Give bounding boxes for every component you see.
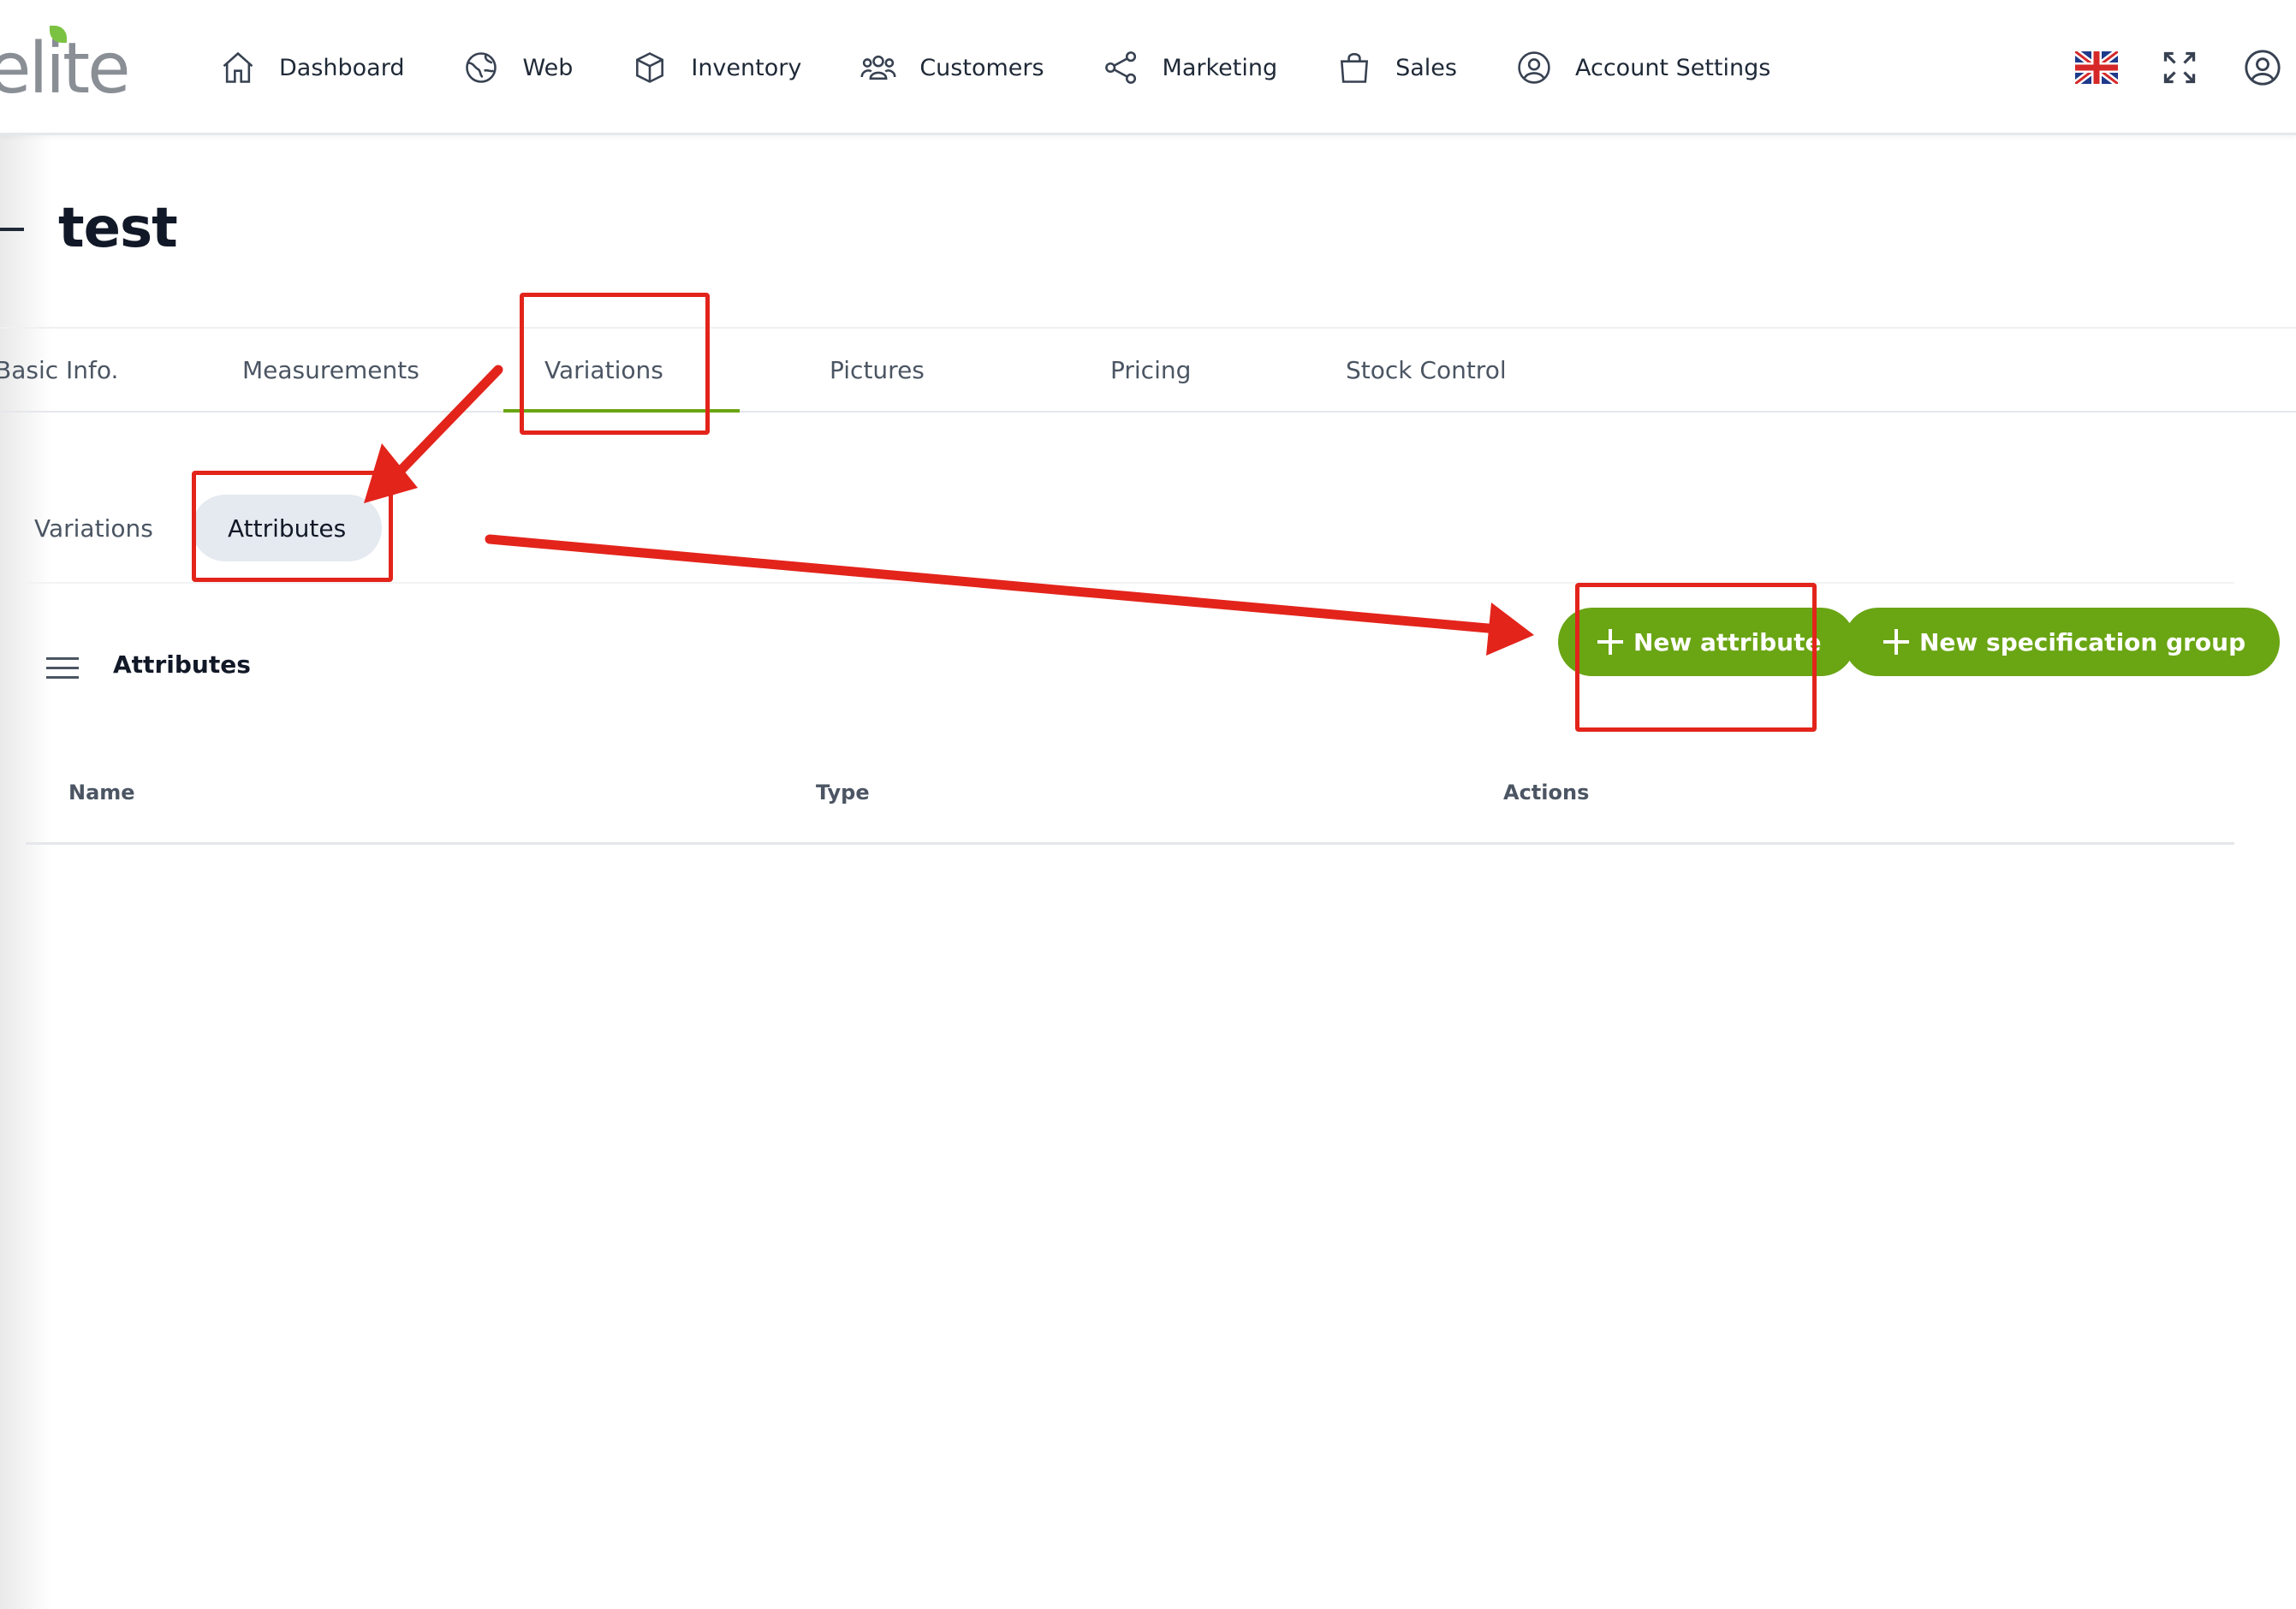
active-tab-indicator — [503, 409, 740, 413]
button-label: New specification group — [1919, 627, 2246, 656]
home-icon — [223, 51, 253, 83]
nav-item-inventory[interactable]: Inventory — [631, 43, 801, 92]
nav-label: Sales — [1395, 54, 1457, 81]
new-attribute-button[interactable]: New attribute — [1558, 608, 1856, 676]
logo-text: elite — [0, 28, 131, 110]
back-dash[interactable] — [0, 228, 24, 231]
tab-variations[interactable]: Variations — [544, 329, 663, 411]
plus-icon — [1883, 629, 1909, 655]
tab-measurements[interactable]: Measurements — [242, 329, 419, 411]
nav-item-dashboard[interactable]: Dashboard — [219, 43, 404, 92]
nav-label: Customers — [919, 54, 1044, 81]
nav-label: Inventory — [691, 54, 802, 81]
annotation-arrows — [364, 365, 1534, 656]
page-title: test — [58, 197, 178, 260]
nav-label: Account Settings — [1575, 54, 1771, 81]
nav-item-marketing[interactable]: Marketing — [1103, 43, 1278, 92]
nav-label: Dashboard — [279, 54, 405, 81]
subtab-variations[interactable]: Variations — [34, 495, 153, 561]
column-header-actions: Actions — [1503, 781, 1590, 804]
nav-item-account-settings[interactable]: Account Settings — [1515, 43, 1770, 92]
panel-title: Attributes — [113, 650, 251, 679]
left-edge-shadow — [0, 0, 51, 1609]
product-tabs: Basic Info. Measurements Variations Pict… — [0, 327, 2296, 413]
shopping-bag-icon — [1341, 52, 1369, 83]
user-circle-icon — [1518, 51, 1550, 84]
subtab-attributes[interactable]: Attributes — [192, 495, 383, 561]
column-header-type[interactable]: Type — [816, 781, 870, 804]
tab-pricing[interactable]: Pricing — [1110, 329, 1191, 411]
hamburger-menu-icon[interactable] — [46, 656, 79, 681]
nav-item-customers[interactable]: Customers — [860, 43, 1044, 92]
nav-label: Marketing — [1162, 54, 1278, 81]
uk-flag-icon[interactable] — [2075, 51, 2118, 84]
logo[interactable]: elite — [0, 19, 131, 110]
button-label: New attribute — [1633, 627, 1822, 656]
tab-basic-info[interactable]: Basic Info. — [0, 329, 118, 411]
nav-item-sales[interactable]: Sales — [1335, 43, 1457, 92]
expand-icon[interactable] — [2161, 49, 2198, 86]
nav-item-web[interactable]: Web — [462, 43, 573, 92]
top-right-actions — [2075, 43, 2296, 92]
tab-pictures[interactable]: Pictures — [830, 329, 925, 411]
top-navbar: elite Dashboard Web Inventory Customers … — [0, 0, 2296, 135]
share-icon — [1104, 51, 1136, 84]
panel-divider — [26, 582, 2234, 584]
users-icon — [860, 55, 896, 80]
user-circle-icon[interactable] — [2243, 48, 2282, 87]
plus-icon — [1597, 629, 1623, 655]
new-specification-group-button[interactable]: New specification group — [1844, 608, 2281, 676]
column-header-name[interactable]: Name — [68, 781, 135, 804]
main-nav: Dashboard Web Inventory Customers Market… — [219, 43, 1829, 92]
arrow-to-new-attribute — [485, 534, 1534, 656]
table-header-divider — [26, 842, 2234, 845]
globe-icon — [466, 52, 497, 83]
box-icon — [636, 52, 664, 83]
nav-label: Web — [522, 54, 574, 81]
tab-stock-control[interactable]: Stock Control — [1346, 329, 1507, 411]
